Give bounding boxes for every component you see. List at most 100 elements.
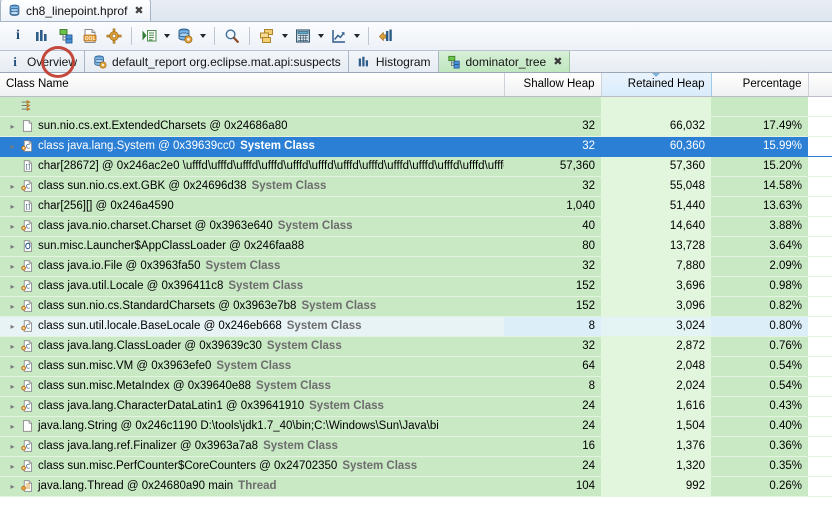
expand-arrow-icon[interactable]: ▸ bbox=[6, 382, 19, 391]
dominator-tree-icon[interactable] bbox=[54, 24, 78, 48]
table-row[interactable]: ▸Cclass java.io.File @ 0x3963fa50System … bbox=[0, 256, 832, 276]
dominator-tree-table: Class Name Shallow Heap Retained Heap Pe… bbox=[0, 73, 832, 506]
table-row[interactable]: ▸Cclass java.lang.ClassLoader @ 0x39639c… bbox=[0, 336, 832, 356]
table-row[interactable]: ▸Cclass java.lang.System @ 0x39639cc0Sys… bbox=[0, 136, 832, 156]
expand-arrow-icon[interactable]: ▸ bbox=[6, 302, 19, 311]
cell-percentage: 14.58% bbox=[711, 176, 808, 196]
cell-percentage: 0.36% bbox=[711, 436, 808, 456]
compare-icon[interactable] bbox=[374, 24, 398, 48]
expand-arrow-icon[interactable]: ▸ bbox=[6, 462, 19, 471]
table-row[interactable]: ▸[]char[256][] @ 0x246a45901,04051,44013… bbox=[0, 196, 832, 216]
table-row[interactable]: ▸java.lang.Thread @ 0x24680a90 mainThrea… bbox=[0, 476, 832, 496]
cell-class-name[interactable]: ▸ sun.nio.cs.ext.ExtendedCharsets @ 0x246… bbox=[0, 116, 504, 136]
tab-overview[interactable]: i Overview bbox=[0, 51, 85, 72]
expand-arrow-icon[interactable]: ▸ bbox=[6, 182, 19, 191]
expand-arrow-icon[interactable]: ▸ bbox=[6, 142, 19, 151]
cell-class-name[interactable]: ▸Cclass sun.misc.PerfCounter$CoreCounter… bbox=[0, 456, 504, 476]
expand-arrow-icon[interactable]: ▸ bbox=[6, 342, 19, 351]
expand-arrow-icon[interactable]: ▸ bbox=[6, 202, 19, 211]
run-expert-system-test-icon[interactable] bbox=[137, 24, 161, 48]
table-row[interactable]: ▸Cclass java.lang.CharacterDataLatin1 @ … bbox=[0, 396, 832, 416]
expand-arrow-icon[interactable]: ▸ bbox=[6, 262, 19, 271]
filter-cell-retained-heap[interactable] bbox=[601, 96, 711, 116]
cell-class-name[interactable]: ▸Cclass sun.nio.cs.StandardCharsets @ 0x… bbox=[0, 296, 504, 316]
column-header-retained-heap[interactable]: Retained Heap bbox=[601, 73, 711, 96]
gear-icon[interactable] bbox=[102, 24, 126, 48]
cell-class-name[interactable]: ▸Cclass java.nio.charset.Charset @ 0x396… bbox=[0, 216, 504, 236]
cell-class-name[interactable]: ▸sun.misc.Launcher$AppClassLoader @ 0x24… bbox=[0, 236, 504, 256]
cell-class-name[interactable]: ▸java.lang.Thread @ 0x24680a90 mainThrea… bbox=[0, 476, 504, 496]
group-result-menu-arrow[interactable] bbox=[279, 24, 291, 48]
expand-arrow-icon[interactable]: ▸ bbox=[6, 242, 19, 251]
cell-class-name[interactable]: ▸[]char[28672] @ 0x246ac2e0 \ufffd\ufffd… bbox=[0, 156, 504, 176]
table-row[interactable]: ▸[]char[28672] @ 0x246ac2e0 \ufffd\ufffd… bbox=[0, 156, 832, 176]
expand-arrow-icon[interactable]: ▸ bbox=[6, 222, 19, 231]
filter-cell-shallow-heap[interactable] bbox=[504, 96, 601, 116]
svg-text:C: C bbox=[25, 403, 29, 410]
filter-cell-percentage[interactable] bbox=[711, 96, 808, 116]
table-row[interactable]: ▸Cclass sun.nio.cs.StandardCharsets @ 0x… bbox=[0, 296, 832, 316]
calculator-icon[interactable] bbox=[291, 24, 315, 48]
cell-class-name[interactable]: ▸Cclass java.io.File @ 0x3963fa50System … bbox=[0, 256, 504, 276]
table-row[interactable]: ▸Cclass sun.util.locale.BaseLocale @ 0x2… bbox=[0, 316, 832, 336]
search-icon[interactable] bbox=[220, 24, 244, 48]
expand-arrow-icon[interactable]: ▸ bbox=[6, 322, 19, 331]
expand-arrow-icon[interactable]: ▸ bbox=[6, 422, 19, 431]
cell-class-name[interactable]: ▸Cclass sun.misc.MetaIndex @ 0x39640e88S… bbox=[0, 376, 504, 396]
editor-tab-heap-dump[interactable]: ch8_linepoint.hprof ✖ bbox=[0, 0, 151, 21]
expand-arrow-icon[interactable]: ▸ bbox=[6, 442, 19, 451]
table-row[interactable]: ▸Cclass sun.misc.MetaIndex @ 0x39640e88S… bbox=[0, 376, 832, 396]
table-row[interactable]: ▸sun.misc.Launcher$AppClassLoader @ 0x24… bbox=[0, 236, 832, 256]
table-row[interactable]: ▸Cclass sun.misc.VM @ 0x3963efe0System C… bbox=[0, 356, 832, 376]
expand-arrow-icon[interactable]: ▸ bbox=[6, 282, 19, 291]
oql-icon[interactable]: OQL bbox=[78, 24, 102, 48]
class-icon: C bbox=[19, 279, 35, 293]
tab-histogram[interactable]: Histogram bbox=[349, 51, 439, 72]
row-class-name-label: sun.nio.cs.ext.ExtendedCharsets @ 0x2468… bbox=[38, 120, 288, 132]
cell-class-name[interactable]: ▸[]char[256][] @ 0x246a4590 bbox=[0, 196, 504, 216]
expand-arrow-icon[interactable]: ▸ bbox=[6, 482, 19, 491]
cell-class-name[interactable]: ▸Cclass sun.nio.cs.ext.GBK @ 0x24696d38S… bbox=[0, 176, 504, 196]
query-browser-menu-arrow[interactable] bbox=[197, 24, 209, 48]
cell-percentage: 15.99% bbox=[711, 136, 808, 156]
export-chart-menu-arrow[interactable] bbox=[351, 24, 363, 48]
table-row[interactable]: ▸Cclass java.util.Locale @ 0x396411c8Sys… bbox=[0, 276, 832, 296]
cell-filler bbox=[808, 296, 832, 316]
column-header-shallow-heap[interactable]: Shallow Heap bbox=[504, 73, 601, 96]
expand-arrow-icon[interactable]: ▸ bbox=[6, 362, 19, 371]
histogram-icon[interactable] bbox=[30, 24, 54, 48]
array-icon: [] bbox=[19, 159, 35, 173]
cell-class-name[interactable]: ▸Cclass java.lang.ref.Finalizer @ 0x3963… bbox=[0, 436, 504, 456]
column-header-class-name[interactable]: Class Name bbox=[0, 73, 504, 96]
close-icon[interactable]: ✖ bbox=[553, 55, 562, 68]
cell-filler bbox=[808, 436, 832, 456]
cell-class-name[interactable]: ▸Cclass java.lang.ClassLoader @ 0x39639c… bbox=[0, 336, 504, 356]
cell-class-name[interactable]: ▸Cclass sun.util.locale.BaseLocale @ 0x2… bbox=[0, 316, 504, 336]
info-icon[interactable]: i bbox=[6, 24, 30, 48]
table-row[interactable]: ▸java.lang.String @ 0x246c1190 D:\tools\… bbox=[0, 416, 832, 436]
column-header-percentage[interactable]: Percentage bbox=[711, 73, 808, 96]
tab-dominator-tree[interactable]: dominator_tree ✖ bbox=[439, 51, 571, 72]
run-expert-system-test-menu-arrow[interactable] bbox=[161, 24, 173, 48]
cell-class-name[interactable]: ▸Cclass java.lang.CharacterDataLatin1 @ … bbox=[0, 396, 504, 416]
tab-default-report[interactable]: default_report org.eclipse.mat.api:suspe… bbox=[85, 51, 349, 72]
table-row[interactable]: ▸Cclass sun.nio.cs.ext.GBK @ 0x24696d38S… bbox=[0, 176, 832, 196]
cell-shallow-heap: 104 bbox=[504, 476, 601, 496]
calculator-menu-arrow[interactable] bbox=[315, 24, 327, 48]
table-row[interactable]: ▸Cclass sun.misc.PerfCounter$CoreCounter… bbox=[0, 456, 832, 476]
export-chart-icon[interactable] bbox=[327, 24, 351, 48]
filter-cell-class-name[interactable]: ▸ bbox=[0, 96, 504, 116]
cell-class-name[interactable]: ▸java.lang.String @ 0x246c1190 D:\tools\… bbox=[0, 416, 504, 436]
expand-arrow-icon[interactable]: ▸ bbox=[6, 122, 19, 131]
query-browser-icon[interactable] bbox=[173, 24, 197, 48]
table-filter-row[interactable]: ▸ bbox=[0, 96, 832, 116]
cell-class-name[interactable]: ▸Cclass sun.misc.VM @ 0x3963efe0System C… bbox=[0, 356, 504, 376]
table-row[interactable]: ▸Cclass java.lang.ref.Finalizer @ 0x3963… bbox=[0, 436, 832, 456]
table-row[interactable]: ▸Cclass java.nio.charset.Charset @ 0x396… bbox=[0, 216, 832, 236]
cell-class-name[interactable]: ▸Cclass java.lang.System @ 0x39639cc0Sys… bbox=[0, 136, 504, 156]
cell-class-name[interactable]: ▸Cclass java.util.Locale @ 0x396411c8Sys… bbox=[0, 276, 504, 296]
close-icon[interactable]: ✖ bbox=[134, 5, 143, 16]
expand-arrow-icon[interactable]: ▸ bbox=[6, 402, 19, 411]
group-result-icon[interactable] bbox=[255, 24, 279, 48]
table-row[interactable]: ▸ sun.nio.cs.ext.ExtendedCharsets @ 0x246… bbox=[0, 116, 832, 136]
